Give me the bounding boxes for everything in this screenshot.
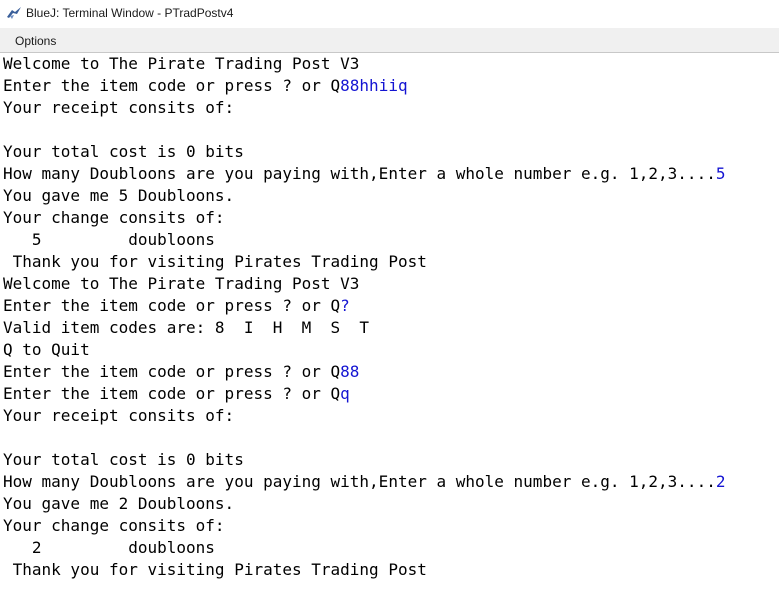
terminal-output[interactable]: Welcome to The Pirate Trading Post V3 Ent… xyxy=(0,53,779,615)
terminal-line: How many Doubloons are you paying with,E… xyxy=(3,471,725,493)
terminal-line: Enter the item code or press ? or Q88 xyxy=(3,361,359,383)
output-text: Your receipt consits of: xyxy=(3,98,235,117)
terminal-line: Q to Quit xyxy=(3,339,90,361)
terminal-line: Your total cost is 0 bits xyxy=(3,141,244,163)
output-text: You gave me 5 Doubloons. xyxy=(3,186,235,205)
output-text: Your change consits of: xyxy=(3,208,225,227)
output-text: How many Doubloons are you paying with,E… xyxy=(3,472,716,491)
terminal-line: Thank you for visiting Pirates Trading P… xyxy=(3,251,427,273)
terminal-line: 2 doubloons xyxy=(3,537,215,559)
user-input-text: 5 xyxy=(715,164,726,183)
terminal-line: Your receipt consits of: xyxy=(3,97,234,119)
terminal-line: Your change consits of: xyxy=(3,207,225,229)
output-text: Welcome to The Pirate Trading Post V3 xyxy=(3,274,360,293)
user-input-text: ? xyxy=(340,296,350,315)
terminal-window: BlueJ: Terminal Window - PTradPostv4 Opt… xyxy=(0,0,779,615)
user-input-text: 2 xyxy=(715,472,726,491)
title-bar: BlueJ: Terminal Window - PTradPostv4 xyxy=(0,0,779,28)
output-text: 2 doubloons xyxy=(3,538,215,557)
user-input-text: q xyxy=(340,384,350,403)
terminal-line: You gave me 5 Doubloons. xyxy=(3,185,234,207)
output-text: Enter the item code or press ? or Q xyxy=(3,384,341,403)
output-text: Thank you for visiting Pirates Trading P… xyxy=(3,252,427,271)
terminal-line: You gave me 2 Doubloons. xyxy=(3,493,234,515)
output-text: How many Doubloons are you paying with,E… xyxy=(3,164,716,183)
output-text: Your receipt consits of: xyxy=(3,406,235,425)
menu-bar: Options xyxy=(0,28,779,53)
terminal-line: Enter the item code or press ? or Qq xyxy=(3,383,350,405)
terminal-line: Your change consits of: xyxy=(3,515,225,537)
output-text: Thank you for visiting Pirates Trading P… xyxy=(3,560,427,579)
output-text: Your total cost is 0 bits xyxy=(3,450,244,469)
output-text: Enter the item code or press ? or Q xyxy=(3,362,341,381)
output-text: 5 doubloons xyxy=(3,230,215,249)
terminal-line: Valid item codes are: 8 I H M S T xyxy=(3,317,369,339)
output-text: Enter the item code or press ? or Q xyxy=(3,296,341,315)
user-input-text: 88hhiiq xyxy=(340,76,408,95)
options-menu[interactable]: Options xyxy=(15,34,56,48)
terminal-line: Enter the item code or press ? or Q88hhi… xyxy=(3,75,408,97)
output-text: Your total cost is 0 bits xyxy=(3,142,244,161)
terminal-line: Welcome to The Pirate Trading Post V3 xyxy=(3,53,359,75)
terminal-line: Your receipt consits of: xyxy=(3,405,234,427)
output-text: You gave me 2 Doubloons. xyxy=(3,494,235,513)
window-title: BlueJ: Terminal Window - PTradPostv4 xyxy=(26,6,234,20)
output-text: Welcome to The Pirate Trading Post V3 xyxy=(3,54,360,73)
terminal-line: Your total cost is 0 bits xyxy=(3,449,244,471)
terminal-line: 5 doubloons xyxy=(3,229,215,251)
terminal-line: Thank you for visiting Pirates Trading P… xyxy=(3,559,427,581)
output-text: Your change consits of: xyxy=(3,516,225,535)
output-text: Valid item codes are: 8 I H M S T xyxy=(3,318,370,337)
terminal-line: Welcome to The Pirate Trading Post V3 xyxy=(3,273,359,295)
output-text: Q to Quit xyxy=(3,340,90,359)
output-text: Enter the item code or press ? or Q xyxy=(3,76,341,95)
terminal-line: Enter the item code or press ? or Q? xyxy=(3,295,350,317)
terminal-line: How many Doubloons are you paying with,E… xyxy=(3,163,725,185)
user-input-text: 88 xyxy=(340,362,360,381)
bluej-bird-icon xyxy=(7,7,21,19)
